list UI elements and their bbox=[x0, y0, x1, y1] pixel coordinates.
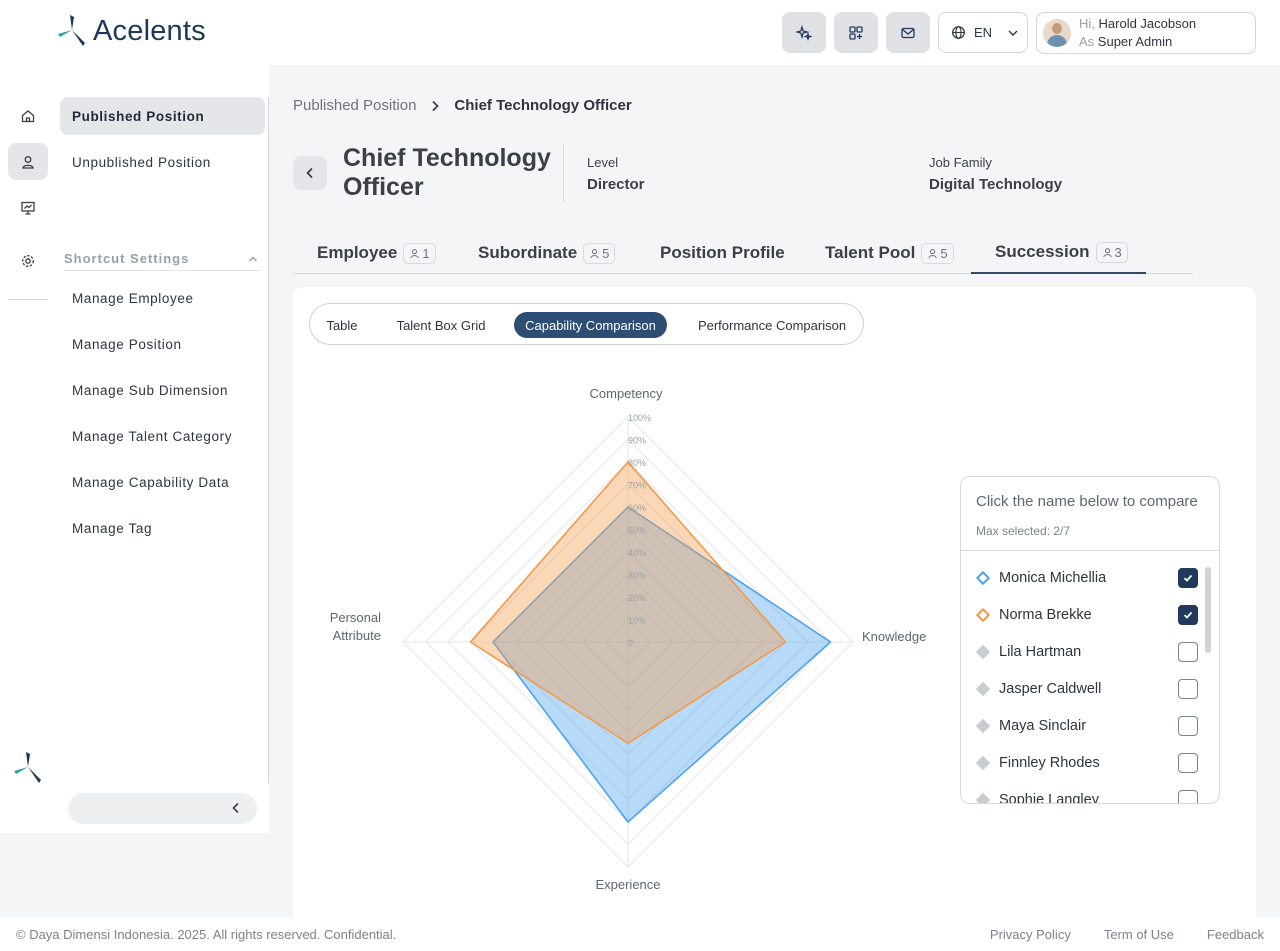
radar-tick-label: 40% bbox=[628, 548, 646, 558]
radar-tick-label: 70% bbox=[628, 481, 646, 491]
series-color-diamond bbox=[975, 570, 991, 586]
footer-copyright: © Daya Dimensi Indonesia. 2025. All righ… bbox=[16, 927, 397, 942]
compare-person-row[interactable]: Lila Hartman bbox=[975, 640, 1198, 664]
footer-terms-link[interactable]: Term of Use bbox=[1104, 927, 1174, 942]
compare-person-row[interactable]: Norma Brekke bbox=[975, 603, 1198, 627]
compare-panel: Click the name below to compare Max sele… bbox=[960, 476, 1220, 804]
radar-tick-label: 30% bbox=[628, 571, 646, 581]
compare-scrollbar[interactable] bbox=[1205, 567, 1211, 653]
series-color-diamond bbox=[975, 755, 991, 771]
checkmark-icon bbox=[1183, 611, 1193, 619]
series-color-diamond bbox=[975, 718, 991, 734]
checkmark-icon bbox=[1183, 574, 1193, 582]
radar-tick-label: 10% bbox=[628, 616, 646, 626]
person-name: Maya Sinclair bbox=[999, 718, 1087, 734]
compare-checkbox[interactable] bbox=[1178, 642, 1198, 662]
compare-divider bbox=[961, 550, 1219, 551]
compare-person-row[interactable]: Finnley Rhodes bbox=[975, 751, 1198, 775]
radar-tick-label: 80% bbox=[628, 458, 646, 468]
compare-person-row[interactable]: Maya Sinclair bbox=[975, 714, 1198, 738]
radar-tick-label: 60% bbox=[628, 503, 646, 513]
footer: © Daya Dimensi Indonesia. 2025. All righ… bbox=[0, 917, 1280, 951]
series-color-diamond bbox=[975, 681, 991, 697]
radar-axis-label: Personal Attribute bbox=[330, 610, 381, 643]
person-name: Monica Michellia bbox=[999, 570, 1107, 586]
radar-tick-label: 50% bbox=[628, 526, 646, 536]
series-color-diamond bbox=[975, 792, 991, 803]
footer-privacy-link[interactable]: Privacy Policy bbox=[990, 927, 1071, 942]
compare-checkbox[interactable] bbox=[1178, 605, 1198, 625]
compare-checkbox[interactable] bbox=[1178, 679, 1198, 699]
compare-subtitle: Max selected: 2/7 bbox=[976, 524, 1071, 538]
compare-checkbox[interactable] bbox=[1178, 753, 1198, 773]
compare-title: Click the name below to compare bbox=[976, 493, 1198, 510]
person-name: Norma Brekke bbox=[999, 607, 1092, 623]
person-name: Lila Hartman bbox=[999, 644, 1082, 660]
compare-checkbox[interactable] bbox=[1178, 568, 1198, 588]
footer-links: Privacy Policy Term of Use Feedback bbox=[990, 927, 1264, 942]
radar-tick-label: 100% bbox=[628, 413, 651, 423]
compare-checkbox[interactable] bbox=[1178, 790, 1198, 803]
radar-axis-label: Competency bbox=[590, 386, 663, 401]
compare-person-row[interactable]: Sophie Langley bbox=[975, 788, 1198, 804]
radar-series bbox=[469, 461, 832, 823]
person-name: Sophie Langley bbox=[999, 792, 1099, 804]
radar-tick-label: 90% bbox=[628, 436, 646, 446]
person-name: Jasper Caldwell bbox=[999, 681, 1102, 697]
person-name: Finnley Rhodes bbox=[999, 755, 1100, 771]
radar-axis-label: Knowledge bbox=[862, 629, 926, 644]
compare-checkbox[interactable] bbox=[1178, 716, 1198, 736]
radar-axis-label: Experience bbox=[595, 877, 660, 892]
compare-person-row[interactable]: Jasper Caldwell bbox=[975, 677, 1198, 701]
compare-person-row[interactable]: Monica Michellia bbox=[975, 566, 1198, 590]
series-color-diamond bbox=[975, 607, 991, 623]
footer-feedback-link[interactable]: Feedback bbox=[1207, 927, 1264, 942]
radar-tick-label: 0 bbox=[628, 638, 633, 648]
radar-tick-label: 20% bbox=[628, 593, 646, 603]
series-color-diamond bbox=[975, 644, 991, 660]
